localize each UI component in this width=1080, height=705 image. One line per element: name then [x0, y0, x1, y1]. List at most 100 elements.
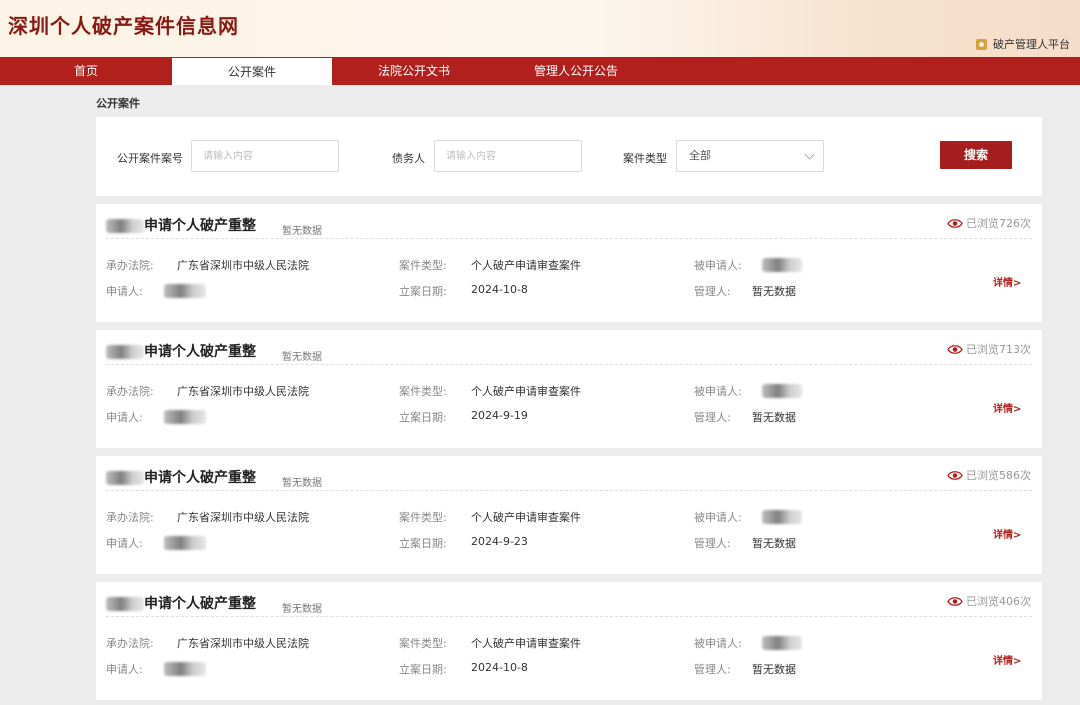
card-divider: [106, 490, 1032, 491]
case-title[interactable]: 申请个人破产重整: [106, 593, 256, 613]
case-note: 暂无数据: [282, 352, 322, 363]
view-count-text: 已浏览586次: [966, 469, 1031, 482]
manager-value: 暂无数据: [752, 537, 796, 550]
court-value: 广东省深圳市中级人民法院: [177, 637, 309, 650]
respondent-label: 被申请人:: [694, 385, 742, 398]
case-card: 申请个人破产重整 暂无数据 已浏览406次 承办法院: 广东省深圳市中级人民法院…: [96, 582, 1042, 700]
nav-tab-public-cases[interactable]: 公开案件: [172, 58, 332, 85]
manager-label: 管理人:: [694, 663, 731, 676]
badge-icon: [976, 38, 987, 50]
redacted-respondent: [762, 636, 802, 650]
redacted-name: [106, 471, 144, 485]
case-type-value: 个人破产申请审查案件: [471, 511, 581, 524]
manager-value: 暂无数据: [752, 411, 796, 424]
card-divider: [106, 616, 1032, 617]
manager-value: 暂无数据: [752, 663, 796, 676]
nav-tab-home[interactable]: 首页: [0, 57, 172, 85]
case-title[interactable]: 申请个人破产重整: [106, 341, 256, 361]
detail-link[interactable]: 详情>: [993, 400, 1021, 415]
detail-link[interactable]: 详情>: [993, 274, 1021, 289]
case-type-label: 案件类型:: [399, 259, 447, 272]
detail-link[interactable]: 详情>: [993, 526, 1021, 541]
site-header: 深圳个人破产案件信息网 破产管理人平台: [0, 0, 1080, 57]
eye-icon: [947, 470, 963, 481]
case-title-text: 申请个人破产重整: [144, 218, 256, 234]
court-label: 承办法院:: [106, 259, 154, 272]
case-title-text: 申请个人破产重整: [144, 596, 256, 612]
case-type-label: 案件类型:: [399, 637, 447, 650]
case-title[interactable]: 申请个人破产重整: [106, 467, 256, 487]
court-label: 承办法院:: [106, 385, 154, 398]
case-title[interactable]: 申请个人破产重整: [106, 215, 256, 235]
manager-value: 暂无数据: [752, 285, 796, 298]
court-value: 广东省深圳市中级人民法院: [177, 259, 309, 272]
view-count: 已浏览406次: [947, 593, 1031, 609]
redacted-applicant: [164, 536, 206, 550]
case-type-value: 个人破产申请审查案件: [471, 259, 581, 272]
court-value: 广东省深圳市中级人民法院: [177, 511, 309, 524]
redacted-name: [106, 597, 144, 611]
card-divider: [106, 364, 1032, 365]
filing-date-value: 2024-9-23: [471, 535, 528, 548]
case-type-label: 案件类型: [623, 152, 667, 165]
case-number-label: 公开案件案号: [117, 152, 183, 165]
applicant-label: 申请人:: [106, 663, 143, 676]
case-type-label: 案件类型:: [399, 511, 447, 524]
redacted-applicant: [164, 410, 206, 424]
case-card: 申请个人破产重整 暂无数据 已浏览586次 承办法院: 广东省深圳市中级人民法院…: [96, 456, 1042, 574]
view-count: 已浏览726次: [947, 215, 1031, 231]
applicant-label: 申请人:: [106, 411, 143, 424]
manager-label: 管理人:: [694, 537, 731, 550]
case-card: 申请个人破产重整 暂无数据 已浏览713次 承办法院: 广东省深圳市中级人民法院…: [96, 330, 1042, 448]
manager-platform-link[interactable]: 破产管理人平台: [976, 36, 1070, 52]
nav-tab-court-documents[interactable]: 法院公开文书: [332, 57, 496, 85]
debtor-input[interactable]: [434, 140, 582, 172]
redacted-name: [106, 219, 144, 233]
case-type-value: 个人破产申请审查案件: [471, 637, 581, 650]
redacted-applicant: [164, 284, 206, 298]
filing-date-label: 立案日期:: [399, 285, 447, 298]
case-number-input[interactable]: [191, 140, 339, 172]
search-panel: 公开案件案号 债务人 案件类型 全部 搜索: [96, 117, 1042, 196]
view-count-text: 已浏览713次: [966, 343, 1031, 356]
manager-label: 管理人:: [694, 411, 731, 424]
redacted-applicant: [164, 662, 206, 676]
case-note: 暂无数据: [282, 478, 322, 489]
case-title-text: 申请个人破产重整: [144, 470, 256, 486]
manager-platform-label: 破产管理人平台: [993, 38, 1070, 51]
filing-date-value: 2024-9-19: [471, 409, 528, 422]
chevron-down-icon: [804, 149, 815, 160]
respondent-label: 被申请人:: [694, 637, 742, 650]
redacted-respondent: [762, 510, 802, 524]
view-count: 已浏览713次: [947, 341, 1031, 357]
debtor-label: 债务人: [392, 152, 425, 165]
view-count-text: 已浏览406次: [966, 595, 1031, 608]
case-note: 暂无数据: [282, 226, 322, 237]
view-count: 已浏览586次: [947, 467, 1031, 483]
redacted-respondent: [762, 258, 802, 272]
section-title: 公开案件: [96, 97, 140, 110]
card-divider: [106, 238, 1032, 239]
case-type-value: 个人破产申请审查案件: [471, 385, 581, 398]
site-title[interactable]: 深圳个人破产案件信息网: [8, 10, 239, 39]
court-label: 承办法院:: [106, 637, 154, 650]
case-title-text: 申请个人破产重整: [144, 344, 256, 360]
filing-date-label: 立案日期:: [399, 537, 447, 550]
main-nav: 首页 公开案件 法院公开文书 管理人公开公告: [0, 57, 1080, 85]
detail-link[interactable]: 详情>: [993, 652, 1021, 667]
case-type-select[interactable]: 全部: [676, 140, 824, 172]
view-count-text: 已浏览726次: [966, 217, 1031, 230]
court-label: 承办法院:: [106, 511, 154, 524]
eye-icon: [947, 218, 963, 229]
eye-icon: [947, 344, 963, 355]
nav-tab-manager-announcements[interactable]: 管理人公开公告: [496, 57, 656, 85]
eye-icon: [947, 596, 963, 607]
search-button[interactable]: 搜索: [940, 141, 1012, 169]
respondent-label: 被申请人:: [694, 511, 742, 524]
filing-date-value: 2024-10-8: [471, 283, 528, 296]
case-note: 暂无数据: [282, 604, 322, 615]
filing-date-label: 立案日期:: [399, 663, 447, 676]
respondent-label: 被申请人:: [694, 259, 742, 272]
applicant-label: 申请人:: [106, 537, 143, 550]
applicant-label: 申请人:: [106, 285, 143, 298]
